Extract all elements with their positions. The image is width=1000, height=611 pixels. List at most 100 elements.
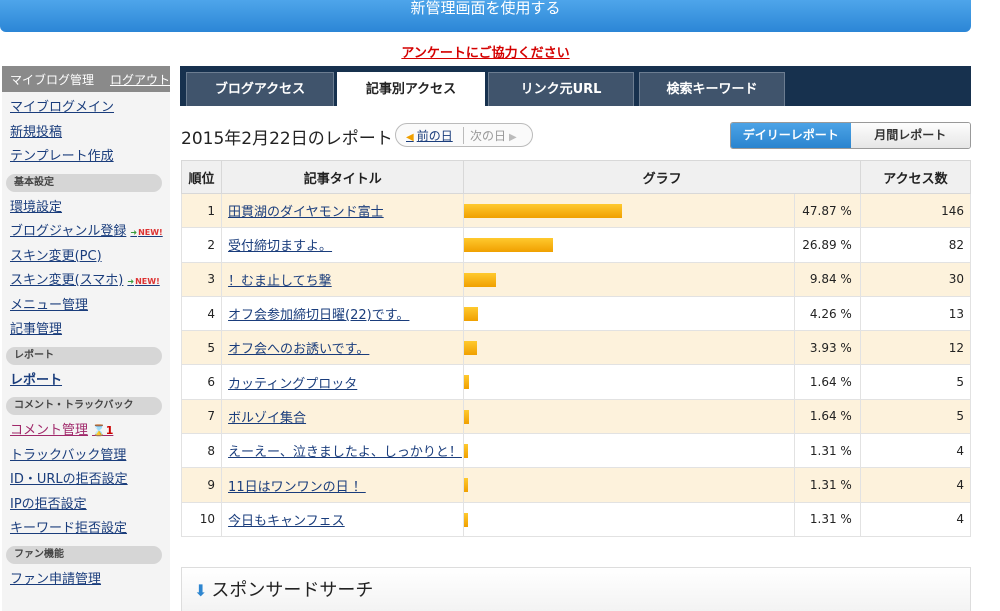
row-rank: 2: [180, 227, 223, 263]
sidebar-section-comment: コメント・トラックバック: [6, 397, 162, 415]
table-row: 7 ボルゾイ集合 1.64 % 5: [180, 398, 972, 435]
table-row: 10 今日もキャンフェス 1.31 % 4: [180, 501, 972, 537]
sidebar-item-new-post[interactable]: 新規投稿: [2, 121, 170, 146]
sidebar-item-keyword-block[interactable]: キーワード拒否設定: [2, 517, 170, 542]
row-title-cell: オフ会参加締切日曜(22)です。: [221, 295, 465, 332]
sponsor-search-label: スポンサードサーチ: [211, 580, 374, 601]
row-percent: 4.26 %: [793, 295, 861, 332]
article-title-link[interactable]: オフ会へのお誘いです。: [228, 342, 369, 357]
report-tabbar: ブログアクセス 記事別アクセス リンク元URL 検索キーワード: [180, 66, 971, 106]
row-title-cell: 田貫湖のダイヤモンド富士: [221, 192, 465, 229]
table-row: 5 オフ会へのお誘いです。 3.93 % 12: [180, 330, 972, 366]
row-access-count: 5: [859, 398, 972, 435]
row-rank: 9: [180, 467, 223, 503]
sidebar-item-ip-block[interactable]: IPの拒否設定: [2, 493, 170, 518]
article-title-link[interactable]: ！むま止してち撃: [228, 274, 332, 289]
tab-referrer-url[interactable]: リンク元URL: [488, 72, 634, 106]
sidebar-item-trackback[interactable]: トラックバック管理: [2, 444, 170, 469]
sidebar-item-skin-sp[interactable]: スキン変更(スマホ)NEW!: [2, 269, 170, 294]
report-period-toggle: デイリーレポート 月間レポート: [730, 122, 971, 149]
sidebar-item-label: コメント管理: [10, 423, 89, 438]
row-access-count: 82: [859, 227, 972, 263]
daily-report-button[interactable]: デイリーレポート: [731, 123, 851, 148]
new-admin-banner-button[interactable]: 新管理画面を使用する: [0, 0, 971, 32]
sidebar-item-template[interactable]: テンプレート作成: [2, 145, 170, 170]
sidebar-item-report[interactable]: レポート: [2, 369, 170, 394]
row-rank: 6: [180, 364, 223, 400]
row-percent: 26.89 %: [793, 227, 861, 263]
prev-day-link[interactable]: 前の日: [396, 126, 464, 144]
row-rank: 10: [180, 501, 223, 537]
sidebar-item-fan[interactable]: ファン申請管理: [2, 568, 170, 593]
new-admin-banner-label: 新管理画面を使用する: [410, 0, 561, 17]
row-percent: 1.64 %: [793, 398, 861, 435]
sidebar-section-report: レポート: [6, 346, 162, 365]
sidebar-item-menu[interactable]: メニュー管理: [2, 294, 170, 319]
sidebar-item-label: 記事管理: [10, 322, 63, 337]
header-graph: グラフ: [463, 160, 861, 194]
table-row: 2 受付締切ますよ。 26.89 % 82: [180, 227, 972, 263]
row-graph-cell: [463, 295, 795, 332]
next-day-label: 次の日: [464, 127, 517, 144]
access-bar: [464, 341, 478, 356]
sidebar-item-label: メニュー管理: [10, 297, 89, 313]
article-title-link[interactable]: ボルゾイ集合: [228, 411, 306, 426]
row-rank: 3: [180, 261, 223, 297]
table-header-row: 順位 記事タイトル グラフ アクセス数: [180, 160, 972, 194]
table-row: 4 オフ会参加締切日曜(22)です。 4.26 % 13: [180, 295, 972, 332]
row-access-count: 13: [859, 295, 972, 332]
row-title-cell: カッティングプロッタ: [221, 364, 465, 400]
sidebar-item-my-blog-main[interactable]: マイブログメイン: [2, 96, 170, 121]
row-access-count: 12: [859, 330, 972, 366]
article-title-link[interactable]: オフ会参加締切日曜(22)です。: [228, 308, 409, 323]
row-graph-cell: [463, 467, 795, 503]
article-title-link[interactable]: えーえー、泣きましたよ、しっかりと！: [228, 445, 462, 460]
tab-search-keyword[interactable]: 検索キーワード: [639, 72, 785, 106]
sidebar-item-articles[interactable]: 記事管理: [2, 318, 170, 343]
table-row: 9 11日はワンワンの日 ！ 1.31 % 4: [180, 467, 972, 503]
sidebar-header: マイブログ管理 ログアウト: [2, 66, 170, 92]
row-access-count: 4: [859, 467, 972, 503]
row-percent: 3.93 %: [793, 330, 861, 366]
header-rank: 順位: [180, 160, 223, 194]
sidebar-item-label: ブログジャンル登録: [10, 224, 127, 239]
monthly-report-button[interactable]: 月間レポート: [850, 123, 970, 148]
survey-link[interactable]: アンケートにご協力ください: [401, 46, 569, 61]
sidebar-header-title: マイブログ管理: [10, 72, 95, 87]
sidebar-item-genre[interactable]: ブログジャンル登録NEW!: [2, 220, 170, 245]
access-bar: [464, 478, 469, 493]
table-row: 8 えーえー、泣きましたよ、しっかりと！ 1.31 % 4: [180, 433, 972, 469]
header-title: 記事タイトル: [221, 160, 465, 194]
table-row: 6 カッティングプロッタ 1.64 % 5: [180, 364, 972, 400]
table-row: 1 田貫湖のダイヤモンド富士 47.87 % 146: [180, 192, 972, 229]
row-percent: 1.31 %: [793, 501, 861, 537]
access-bar: [464, 272, 497, 287]
row-rank: 8: [180, 433, 223, 469]
article-title-link[interactable]: 今日もキャンフェス: [228, 514, 345, 529]
row-graph-cell: [463, 433, 795, 469]
logout-link[interactable]: ログアウト: [110, 71, 170, 88]
tab-article-access[interactable]: 記事別アクセス: [337, 72, 485, 106]
row-title-cell: ！むま止してち撃: [221, 261, 465, 297]
sidebar-item-comment[interactable]: コメント管理 ⌛1: [2, 419, 170, 444]
article-title-link[interactable]: 11日はワンワンの日 ！: [228, 480, 366, 495]
tab-blog-access[interactable]: ブログアクセス: [186, 72, 334, 106]
article-title-link[interactable]: 田貫湖のダイヤモンド富士: [228, 205, 384, 220]
row-access-count: 146: [859, 192, 972, 229]
row-percent: 9.84 %: [793, 261, 861, 297]
row-access-count: 4: [859, 433, 972, 469]
sidebar-item-id-url-block[interactable]: ID・URLの拒否設定: [2, 468, 170, 493]
sidebar-item-label: スキン変更(PC): [10, 248, 102, 264]
row-title-cell: 受付締切ますよ。: [221, 227, 465, 263]
date-pager: 前の日 次の日: [395, 123, 533, 147]
article-title-link[interactable]: カッティングプロッタ: [228, 377, 357, 392]
row-graph-cell: [463, 398, 795, 435]
article-title-link[interactable]: 受付締切ますよ。: [228, 239, 332, 254]
header-count: アクセス数: [859, 160, 972, 194]
row-percent: 1.31 %: [793, 467, 861, 503]
sidebar-item-environment[interactable]: 環境設定: [2, 196, 170, 221]
sidebar-section-basic: 基本設定: [6, 173, 162, 192]
sponsor-search-panel: ⬇ スポンサードサーチ: [181, 567, 971, 611]
sidebar-item-skin-pc[interactable]: スキン変更(PC): [2, 245, 170, 270]
row-access-count: 4: [859, 501, 972, 537]
